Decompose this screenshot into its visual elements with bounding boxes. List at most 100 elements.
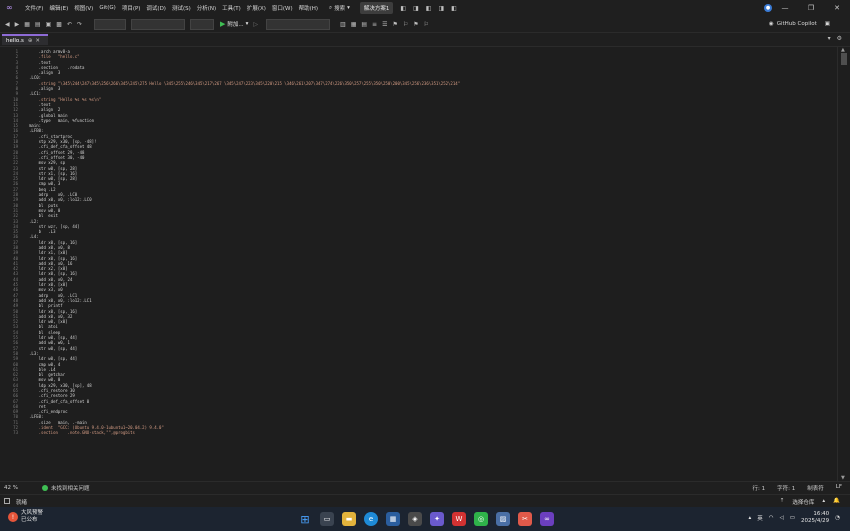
volume-icon[interactable]: ◁ <box>780 515 784 521</box>
pin-icon[interactable]: ⊕ <box>28 38 33 44</box>
redo-icon[interactable]: ↷ <box>77 21 82 28</box>
copilot-app-icon[interactable]: ✦ <box>430 512 444 526</box>
startup-select[interactable] <box>190 18 214 30</box>
bookmark-icon[interactable]: ⚑ <box>392 21 397 28</box>
forward-icon[interactable]: ▶ <box>15 21 20 28</box>
menu-extensions[interactable]: 扩展(X) <box>244 4 269 12</box>
app-icon[interactable]: ◈ <box>408 512 422 526</box>
notification-icon[interactable]: 🔔 <box>833 498 840 506</box>
scrollbar-thumb[interactable] <box>841 53 847 65</box>
align-left-icon[interactable]: ≡ <box>372 21 377 28</box>
photos-icon[interactable]: ▨ <box>496 512 510 526</box>
char-indicator[interactable]: 字符: 1 <box>777 484 795 492</box>
snipping-tool-icon[interactable]: ✂ <box>518 512 532 526</box>
menu-help[interactable]: 帮助(H) <box>296 4 321 12</box>
close-icon[interactable]: ✕ <box>35 38 40 44</box>
menu-analyze[interactable]: 分析(N) <box>194 4 219 12</box>
issues-label: 未找到相关问题 <box>51 486 90 492</box>
back-icon[interactable]: ◀ <box>5 21 10 28</box>
status-right: ⇡ 选择仓库 ▴ 🔔 <box>780 498 840 506</box>
code-editor[interactable]: 1 .arch armv8-a 2 .file "hello.c" 3 .text 4… <box>0 46 850 482</box>
start-icon[interactable]: ⊞ <box>298 512 312 526</box>
repo-selector[interactable]: 选择仓库 <box>792 498 814 506</box>
close-button[interactable]: ✕ <box>824 0 850 16</box>
bookmark-icon[interactable]: ◧ <box>400 5 406 12</box>
layout-icon[interactable]: ▤ <box>361 21 367 28</box>
preview-icon[interactable]: ▣ <box>825 21 830 27</box>
file-explorer-icon[interactable]: ▬ <box>342 512 356 526</box>
notification-icon[interactable]: ◔ <box>835 515 840 521</box>
settings-icon[interactable]: ⚙ <box>837 35 842 42</box>
platform-select[interactable] <box>131 18 185 30</box>
dropdown-icon[interactable]: ▾ <box>828 35 831 42</box>
tab-hello-s[interactable]: hello.s ⊕ ✕ <box>2 34 48 45</box>
visual-studio-logo-icon: ∞ <box>6 3 13 12</box>
bookmark-clear-icon[interactable]: ⚐ <box>424 21 429 28</box>
save-all-icon[interactable]: ▩ <box>56 21 62 28</box>
clock[interactable]: 16:40 2025/4/29 <box>801 511 829 525</box>
comment-icon[interactable]: ☰ <box>382 21 387 28</box>
weather-subtitle: 已公布 <box>21 517 38 523</box>
zoom-level[interactable]: 42 % <box>4 485 28 491</box>
target-select[interactable] <box>266 18 331 30</box>
save-icon[interactable]: ▣ <box>46 21 52 28</box>
wps-icon[interactable]: W <box>452 512 466 526</box>
tool-window-icon[interactable]: ▥ <box>340 21 346 28</box>
battery-icon[interactable]: ▭ <box>790 515 795 521</box>
weather-widget[interactable]: ! 大风预警 已公布 <box>8 510 43 524</box>
vertical-scrollbar[interactable]: ▲ ▼ <box>837 47 850 482</box>
ime-indicator[interactable]: 英 <box>757 514 763 522</box>
menu-edit[interactable]: 编辑(E) <box>46 4 71 12</box>
configuration-select[interactable] <box>94 18 126 30</box>
new-item-icon[interactable]: ▦ <box>24 21 30 28</box>
open-icon[interactable]: ▤ <box>35 21 41 28</box>
code-lines: 1 .arch armv8-a 2 .file "hello.c" 3 .text 4… <box>0 49 836 436</box>
line-number: 73 <box>13 430 18 436</box>
menu-debug[interactable]: 调试(D) <box>143 4 169 12</box>
menu-view[interactable]: 视图(V) <box>71 4 96 12</box>
status-bar: 就绪 ⇡ 选择仓库 ▴ 🔔 <box>0 494 850 508</box>
wifi-icon[interactable]: ◠ <box>769 515 774 521</box>
chevron-up-icon[interactable]: ▴ <box>748 515 751 521</box>
main-toolbar: ◀ ▶ ▦ ▤ ▣ ▩ ↶ ↷ ▶ 附加... ▾ ▷ ▥ ▦ ▤ ≡ ☰ ⚑ … <box>0 16 850 33</box>
search-icon: ⌕ <box>329 4 333 11</box>
bookmark-next-icon[interactable]: ◧ <box>426 5 432 12</box>
bookmark-clear-icon[interactable]: ◨ <box>438 5 444 12</box>
menu-test[interactable]: 测试(S) <box>169 4 194 12</box>
visual-studio-icon[interactable]: ∞ <box>540 512 554 526</box>
account-avatar[interactable]: ● <box>764 4 772 12</box>
issues-indicator[interactable]: 未找到相关问题 <box>42 484 90 492</box>
output-icon[interactable] <box>4 498 10 504</box>
bookmark-next-icon[interactable]: ⚐ <box>403 21 408 28</box>
undo-icon[interactable]: ↶ <box>67 21 72 28</box>
code-line[interactable]: 73 .section .note.GNU-stack,"",@progbits <box>0 430 836 435</box>
menu-git[interactable]: Git(G) <box>96 5 119 11</box>
eol-indicator[interactable]: LF <box>836 484 842 492</box>
bookmark-folder-icon[interactable]: ◧ <box>451 5 457 12</box>
warning-icon: ! <box>8 512 18 522</box>
minimize-button[interactable]: — <box>772 0 798 16</box>
date: 2025/4/29 <box>800 518 830 524</box>
bookmark-prev-icon[interactable]: ◨ <box>413 5 419 12</box>
tab-mode-indicator[interactable]: 制表符 <box>807 484 824 492</box>
menu-tools[interactable]: 工具(T) <box>219 4 244 12</box>
store-icon[interactable]: ▦ <box>386 512 400 526</box>
bookmark-prev-icon[interactable]: ⚑ <box>413 21 418 28</box>
menu-file[interactable]: 文件(F) <box>22 4 46 12</box>
edge-icon[interactable]: e <box>364 512 378 526</box>
run-without-debug-icon[interactable]: ▷ <box>253 21 258 28</box>
search-box[interactable]: ⌕ 搜索 ▾ <box>329 4 350 13</box>
menu-window[interactable]: 窗口(W) <box>269 4 296 12</box>
play-icon: ▶ <box>220 20 226 28</box>
attach-button[interactable]: ▶ 附加... ▾ <box>220 20 248 28</box>
menu-project[interactable]: 项目(P) <box>119 4 144 12</box>
pin-icon[interactable]: ▦ <box>351 21 357 28</box>
task-view-icon[interactable]: ▭ <box>320 512 334 526</box>
wechat-icon[interactable]: ◎ <box>474 512 488 526</box>
maximize-button[interactable]: ❐ <box>798 0 824 16</box>
tab-tools: ▾ ⚙ <box>828 35 842 42</box>
copilot-label: GitHub Copilot <box>776 21 817 27</box>
status-ready: 就绪 <box>16 499 28 506</box>
line-indicator[interactable]: 行: 1 <box>753 484 766 492</box>
github-copilot-button[interactable]: ◉ GitHub Copilot ▣ <box>769 16 830 32</box>
